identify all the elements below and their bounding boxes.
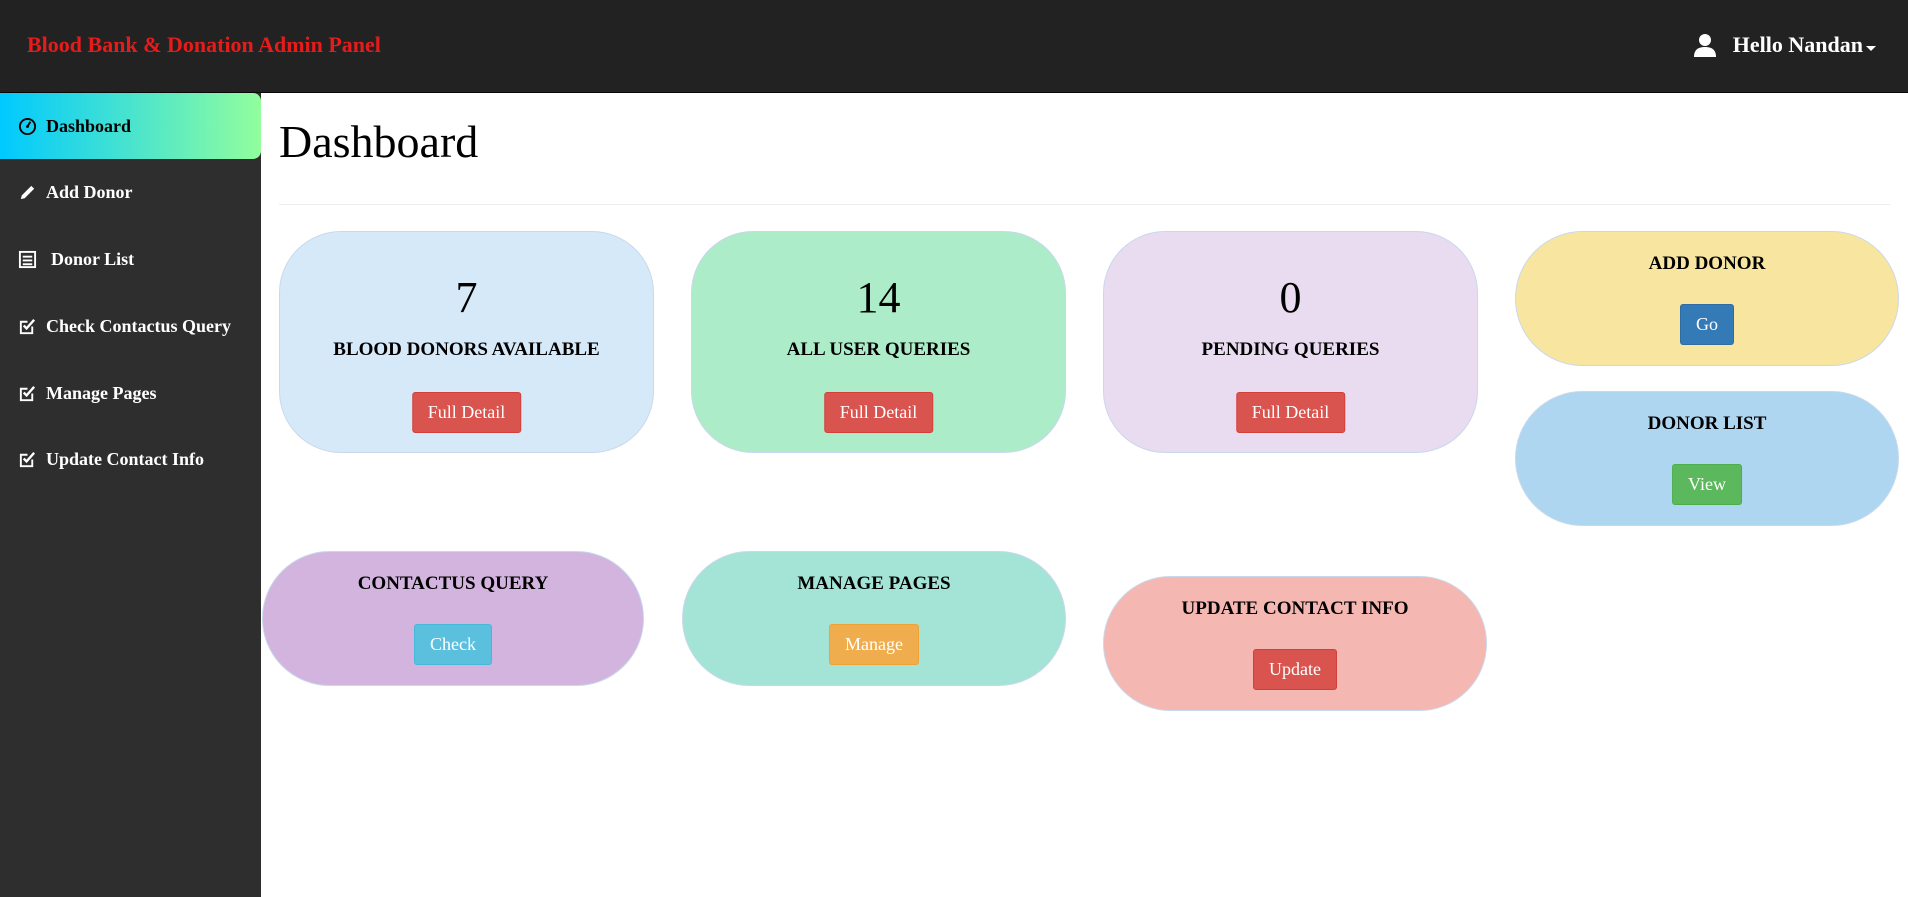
action-label: ADD DONOR	[1648, 253, 1766, 274]
stat-label: PENDING QUERIES	[1201, 339, 1380, 360]
sidebar: Dashboard Add Donor Donor List Check Con…	[0, 93, 261, 897]
sidebar-item-update-contact-info[interactable]: Update Contact Info	[0, 426, 261, 492]
main-content: Dashboard 7 BLOOD DONORS AVAILABLE Full …	[261, 93, 1908, 897]
user-icon	[1693, 34, 1716, 57]
top-navbar: Blood Bank & Donation Admin Panel Hello …	[0, 0, 1908, 93]
view-button[interactable]: View	[1672, 464, 1742, 505]
list-icon	[18, 250, 37, 268]
check-square-icon	[19, 451, 36, 467]
stat-label: BLOOD DONORS AVAILABLE	[333, 339, 600, 360]
check-button[interactable]: Check	[414, 624, 492, 665]
full-detail-button[interactable]: Full Detail	[823, 392, 934, 433]
action-card-add-donor: ADD DONOR Go	[1515, 231, 1899, 366]
action-label: CONTACTUS QUERY	[357, 573, 549, 594]
dashboard-icon	[18, 117, 37, 135]
check-square-icon	[19, 385, 36, 401]
user-greeting: Hello Nandan	[1732, 32, 1863, 57]
stat-value: 7	[455, 273, 478, 322]
sidebar-item-label: Donor List	[51, 248, 135, 269]
title-divider	[279, 204, 1890, 205]
stat-card-user-queries: 14 ALL USER QUERIES Full Detail	[691, 231, 1066, 453]
sidebar-item-label: Dashboard	[46, 115, 132, 136]
pencil-icon	[20, 185, 35, 199]
sidebar-item-label: Manage Pages	[46, 382, 157, 403]
action-label: MANAGE PAGES	[797, 573, 951, 594]
go-button[interactable]: Go	[1680, 304, 1734, 345]
manage-button[interactable]: Manage	[829, 624, 919, 665]
brand-title[interactable]: Blood Bank & Donation Admin Panel	[27, 32, 381, 58]
sidebar-item-label: Update Contact Info	[46, 448, 205, 469]
sidebar-item-check-contactus-query[interactable]: Check Contactus Query	[0, 293, 261, 359]
stat-value: 14	[856, 273, 901, 322]
stat-card-blood-donors: 7 BLOOD DONORS AVAILABLE Full Detail	[279, 231, 654, 453]
sidebar-item-donor-list[interactable]: Donor List	[0, 226, 261, 292]
sidebar-item-label: Add Donor	[46, 181, 133, 202]
action-card-contactus-query: CONTACTUS QUERY Check	[262, 551, 644, 686]
caret-down-icon	[1866, 45, 1876, 51]
sidebar-item-manage-pages[interactable]: Manage Pages	[0, 360, 261, 426]
action-label: DONOR LIST	[1647, 413, 1767, 434]
stat-label: ALL USER QUERIES	[786, 339, 971, 360]
action-card-donor-list: DONOR LIST View	[1515, 391, 1899, 526]
full-detail-button[interactable]: Full Detail	[411, 392, 522, 433]
action-card-update-contact-info: UPDATE CONTACT INFO Update	[1103, 576, 1487, 711]
stat-value: 0	[1279, 273, 1302, 322]
update-button[interactable]: Update	[1253, 649, 1337, 690]
action-card-manage-pages: MANAGE PAGES Manage	[682, 551, 1066, 686]
sidebar-item-add-donor[interactable]: Add Donor	[0, 159, 261, 225]
action-label: UPDATE CONTACT INFO	[1181, 598, 1409, 619]
check-square-icon	[19, 318, 36, 334]
stat-card-pending-queries: 0 PENDING QUERIES Full Detail	[1103, 231, 1478, 453]
user-menu-dropdown[interactable]: Hello Nandan	[1692, 32, 1876, 58]
sidebar-item-dashboard[interactable]: Dashboard	[0, 93, 261, 159]
sidebar-item-label: Check Contactus Query	[46, 315, 231, 336]
full-detail-button[interactable]: Full Detail	[1235, 392, 1346, 433]
page-title: Dashboard	[279, 116, 479, 167]
